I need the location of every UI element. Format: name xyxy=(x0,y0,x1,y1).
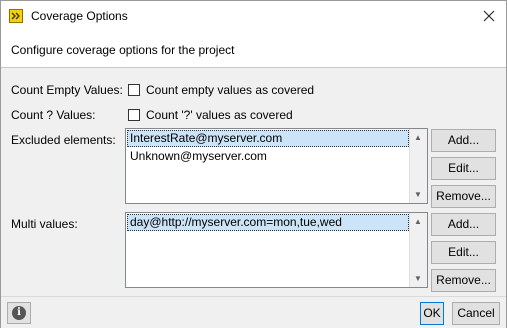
scrollbar[interactable]: ▲ ▼ xyxy=(409,129,427,203)
close-icon[interactable] xyxy=(480,7,498,25)
info-button[interactable]: i xyxy=(7,302,31,324)
list-item[interactable]: Unknown@myserver.com xyxy=(127,148,409,165)
scroll-up-icon[interactable]: ▲ xyxy=(410,213,426,230)
excluded-edit-button[interactable]: Edit... xyxy=(431,157,496,180)
scrollbar[interactable]: ▲ ▼ xyxy=(409,213,427,287)
dialog-header: Configure coverage options for the proje… xyxy=(1,32,506,68)
multi-values-list[interactable]: day@http://myserver.com=mon,tue,wed ▲ ▼ xyxy=(125,212,428,288)
list-item[interactable]: day@http://myserver.com=mon,tue,wed xyxy=(127,214,409,231)
window-title: Coverage Options xyxy=(31,9,128,23)
checkbox-box[interactable] xyxy=(128,84,140,96)
list-item[interactable]: InterestRate@myserver.com xyxy=(127,130,409,147)
multi-edit-button[interactable]: Edit... xyxy=(431,241,496,264)
info-icon[interactable]: i xyxy=(12,306,26,320)
excluded-elements-list[interactable]: InterestRate@myserver.com Unknown@myserv… xyxy=(125,128,428,204)
cancel-button[interactable]: Cancel xyxy=(452,302,500,325)
count-empty-label: Count Empty Values: xyxy=(11,83,123,97)
scroll-down-icon[interactable]: ▼ xyxy=(410,270,426,287)
excluded-add-button[interactable]: Add... xyxy=(431,129,496,152)
scroll-down-icon[interactable]: ▼ xyxy=(410,186,426,203)
count-unknown-checkbox-label[interactable]: Count '?' values as covered xyxy=(146,108,293,122)
scroll-up-icon[interactable]: ▲ xyxy=(410,129,426,146)
excluded-remove-button[interactable]: Remove... xyxy=(431,185,496,208)
count-unknown-checkbox[interactable]: Count '?' values as covered xyxy=(128,108,293,122)
multi-add-button[interactable]: Add... xyxy=(431,213,496,236)
dialog-footer: i OK Cancel xyxy=(1,296,506,328)
close-button[interactable] xyxy=(480,7,498,25)
multi-values-label: Multi values: xyxy=(11,217,78,231)
count-empty-checkbox[interactable]: Count empty values as covered xyxy=(128,83,314,97)
count-empty-checkbox-label[interactable]: Count empty values as covered xyxy=(146,83,314,97)
dialog-window: Coverage Options Configure coverage opti… xyxy=(0,0,507,328)
app-icon xyxy=(9,9,23,23)
checkbox-box[interactable] xyxy=(128,109,140,121)
multi-remove-button[interactable]: Remove... xyxy=(431,269,496,292)
excluded-elements-label: Excluded elements: xyxy=(11,133,116,147)
header-description: Configure coverage options for the proje… xyxy=(11,43,235,57)
count-unknown-label: Count ? Values: xyxy=(11,108,96,122)
title-bar: Coverage Options xyxy=(1,1,506,32)
ok-button[interactable]: OK xyxy=(420,302,444,325)
